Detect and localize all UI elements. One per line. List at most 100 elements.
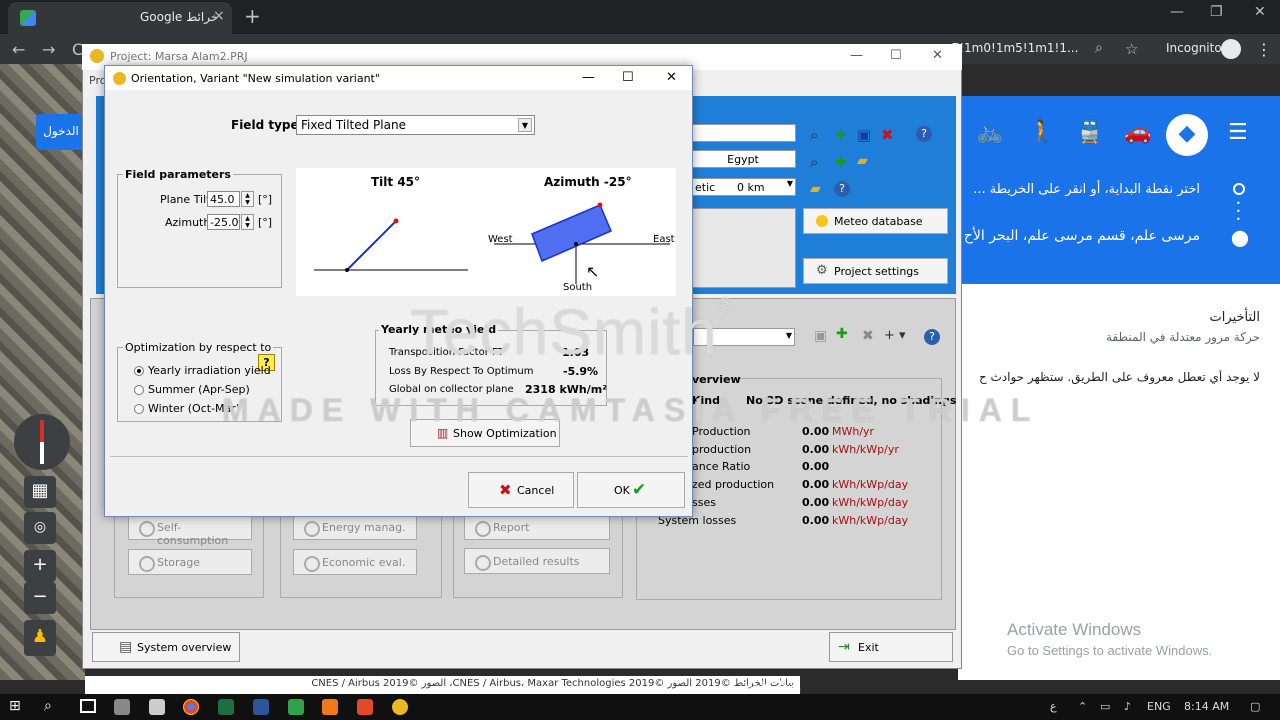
save-variant-icon[interactable]: ▣ bbox=[814, 328, 827, 344]
zoom-in-icon[interactable]: + bbox=[24, 550, 56, 582]
self-consumption-button[interactable]: Self-consumption bbox=[128, 514, 252, 547]
search-icon-2[interactable]: ⌕ bbox=[810, 153, 818, 171]
zoom-icon[interactable]: ⌕ bbox=[1095, 40, 1103, 56]
forward-icon[interactable]: → bbox=[42, 40, 55, 59]
meteo-info-area bbox=[690, 208, 796, 288]
restore-icon[interactable]: ❐ bbox=[1210, 4, 1223, 20]
transit-icon[interactable]: 🚆 bbox=[1076, 120, 1103, 145]
incognito-icon[interactable] bbox=[1221, 39, 1241, 59]
new-tab-button[interactable]: + bbox=[244, 4, 261, 28]
windows-start-icon[interactable]: ⊞ bbox=[9, 699, 25, 715]
delete-icon[interactable]: ✖ bbox=[881, 126, 894, 144]
my-location-icon[interactable]: ◎ bbox=[24, 512, 56, 544]
walk-icon[interactable]: 🚶 bbox=[1028, 120, 1055, 145]
folder-icon[interactable]: ▰ bbox=[857, 153, 868, 169]
back-icon[interactable]: ← bbox=[12, 40, 25, 59]
project-maximize-icon[interactable]: ☐ bbox=[890, 48, 902, 63]
radio-winter[interactable] bbox=[134, 404, 144, 414]
help-icon[interactable]: ? bbox=[916, 126, 932, 142]
ok-button[interactable]: OK ✔ bbox=[577, 472, 685, 508]
site-field[interactable] bbox=[690, 124, 796, 142]
search-taskbar-icon[interactable]: ⌕ bbox=[44, 698, 52, 714]
radio-yearly[interactable] bbox=[134, 366, 144, 376]
map-layers-icon[interactable]: ▦ bbox=[24, 476, 56, 508]
map-footer: بيانات الخرائط ©2019 الصور ©2019 CNES / … bbox=[85, 676, 800, 694]
word-icon[interactable] bbox=[253, 699, 269, 715]
add-icon-2[interactable]: ✚ bbox=[834, 153, 847, 171]
project-settings-button[interactable]: ⚙ Project settings bbox=[803, 258, 948, 284]
dialog-maximize-icon[interactable]: ☐ bbox=[622, 70, 634, 85]
cancel-button[interactable]: ✖ Cancel bbox=[468, 472, 574, 508]
app-icon[interactable] bbox=[322, 699, 338, 715]
store-icon[interactable] bbox=[114, 699, 130, 715]
tray-expand-icon[interactable]: ⌃ bbox=[1078, 700, 1087, 713]
south-label: South bbox=[563, 282, 592, 293]
plane-tilt-spinner[interactable]: ▲ ▼ bbox=[241, 191, 254, 207]
mail-icon[interactable] bbox=[149, 699, 165, 715]
result-label: ance Ratio bbox=[692, 460, 751, 473]
notifications-icon[interactable]: ▢ bbox=[1250, 700, 1260, 713]
storage-button[interactable]: Storage bbox=[128, 549, 252, 575]
recorder-icon[interactable] bbox=[357, 699, 373, 715]
excel-icon[interactable] bbox=[218, 699, 234, 715]
minimize-icon[interactable]: — bbox=[1170, 4, 1184, 20]
folder-icon-2[interactable]: ▰ bbox=[810, 181, 821, 197]
bookmark-star-icon[interactable]: ☆ bbox=[1125, 40, 1138, 58]
report-button[interactable]: Report bbox=[464, 514, 610, 540]
car-icon[interactable]: 🚗 bbox=[1124, 120, 1151, 145]
azimuth-center bbox=[574, 242, 578, 246]
economic-evaluation-button[interactable]: Economic eval. bbox=[293, 549, 417, 575]
clock[interactable]: 8:14 AM bbox=[1184, 700, 1229, 713]
close-window-icon[interactable]: ✕ bbox=[1254, 4, 1266, 20]
radio-summer[interactable] bbox=[134, 385, 144, 395]
detailed-results-button[interactable]: Detailed results bbox=[464, 548, 610, 574]
delete-variant-icon[interactable]: ✖ bbox=[862, 328, 874, 344]
west-label: West bbox=[488, 234, 513, 245]
start-point-input[interactable]: اختر نقطة البداية، أو انقر على الخريطة .… bbox=[960, 182, 1200, 197]
energy-management-button[interactable]: Energy manag. bbox=[293, 514, 417, 540]
search-icon[interactable]: ⌕ bbox=[810, 126, 818, 144]
project-close-icon[interactable]: ✕ bbox=[932, 48, 943, 63]
chrome-icon[interactable] bbox=[183, 699, 199, 715]
country-field[interactable]: Egypt bbox=[690, 150, 796, 168]
dialog-close-icon[interactable]: ✕ bbox=[666, 70, 677, 85]
task-view-icon[interactable] bbox=[80, 699, 96, 713]
dialog-title: Orientation, Variant "New simulation var… bbox=[131, 72, 380, 85]
hamburger-menu-icon[interactable]: ☰ bbox=[1228, 120, 1248, 145]
help-icon-2[interactable]: ? bbox=[834, 181, 850, 197]
azimuth-input[interactable]: -25.0 bbox=[207, 214, 240, 230]
login-button[interactable]: الدخول bbox=[36, 114, 86, 150]
dialog-minimize-icon[interactable]: — bbox=[582, 70, 595, 85]
chevron-down-icon-2: ▼ bbox=[785, 331, 792, 340]
pegman-icon[interactable]: ♟ bbox=[24, 620, 56, 656]
zoom-out-icon[interactable]: − bbox=[24, 582, 56, 614]
save-icon[interactable]: ▣ bbox=[857, 126, 871, 144]
project-minimize-icon[interactable]: — bbox=[850, 48, 863, 63]
language-indicator[interactable]: ENG bbox=[1147, 700, 1171, 713]
field-type-select[interactable]: Fixed Tilted Plane ▼ bbox=[296, 115, 535, 135]
tab-close-icon[interactable]: × bbox=[213, 8, 225, 24]
help-icon-3[interactable]: ? bbox=[924, 329, 940, 345]
meteo-database-button[interactable]: Meteo database bbox=[803, 208, 948, 234]
more-variant-icon[interactable]: + ▾ bbox=[884, 328, 906, 343]
destination-input[interactable]: مرسى علم، قسم مرسى علم، البحر الأح bbox=[960, 228, 1200, 244]
system-overview-button[interactable]: ▤ System overview bbox=[92, 632, 240, 662]
bike-icon[interactable]: 🚲 bbox=[976, 120, 1003, 145]
azimuth-spinner[interactable]: ▲ ▼ bbox=[241, 214, 254, 230]
meteo-select[interactable]: etic 0 km ▼ bbox=[690, 178, 796, 196]
browser-tab[interactable]: Google خرائط × bbox=[8, 2, 232, 34]
pvsyst-taskbar-icon[interactable] bbox=[392, 699, 408, 715]
address-bar[interactable]: n7!1m0!1m5!1m1!1... bbox=[944, 38, 1094, 60]
directions-icon[interactable]: ◆ bbox=[1166, 114, 1208, 156]
browser-menu-icon[interactable]: ⋮ bbox=[1256, 40, 1272, 59]
add-icon[interactable]: ✚ bbox=[834, 126, 847, 144]
network-icon[interactable]: ▭ bbox=[1100, 700, 1110, 713]
compass-control[interactable] bbox=[14, 414, 70, 470]
volume-icon[interactable]: ♪ bbox=[1124, 700, 1131, 713]
plane-tilt-input[interactable]: 45.0 bbox=[207, 191, 240, 207]
add-variant-icon[interactable]: ✚ bbox=[836, 326, 848, 342]
feedback-link[interactable]: إرسال تعليقات bbox=[740, 680, 801, 691]
keyboard-ar-icon[interactable]: ع bbox=[1050, 700, 1057, 713]
exit-button[interactable]: ⇥ Exit bbox=[829, 632, 953, 662]
camtasia-icon[interactable] bbox=[288, 699, 304, 715]
